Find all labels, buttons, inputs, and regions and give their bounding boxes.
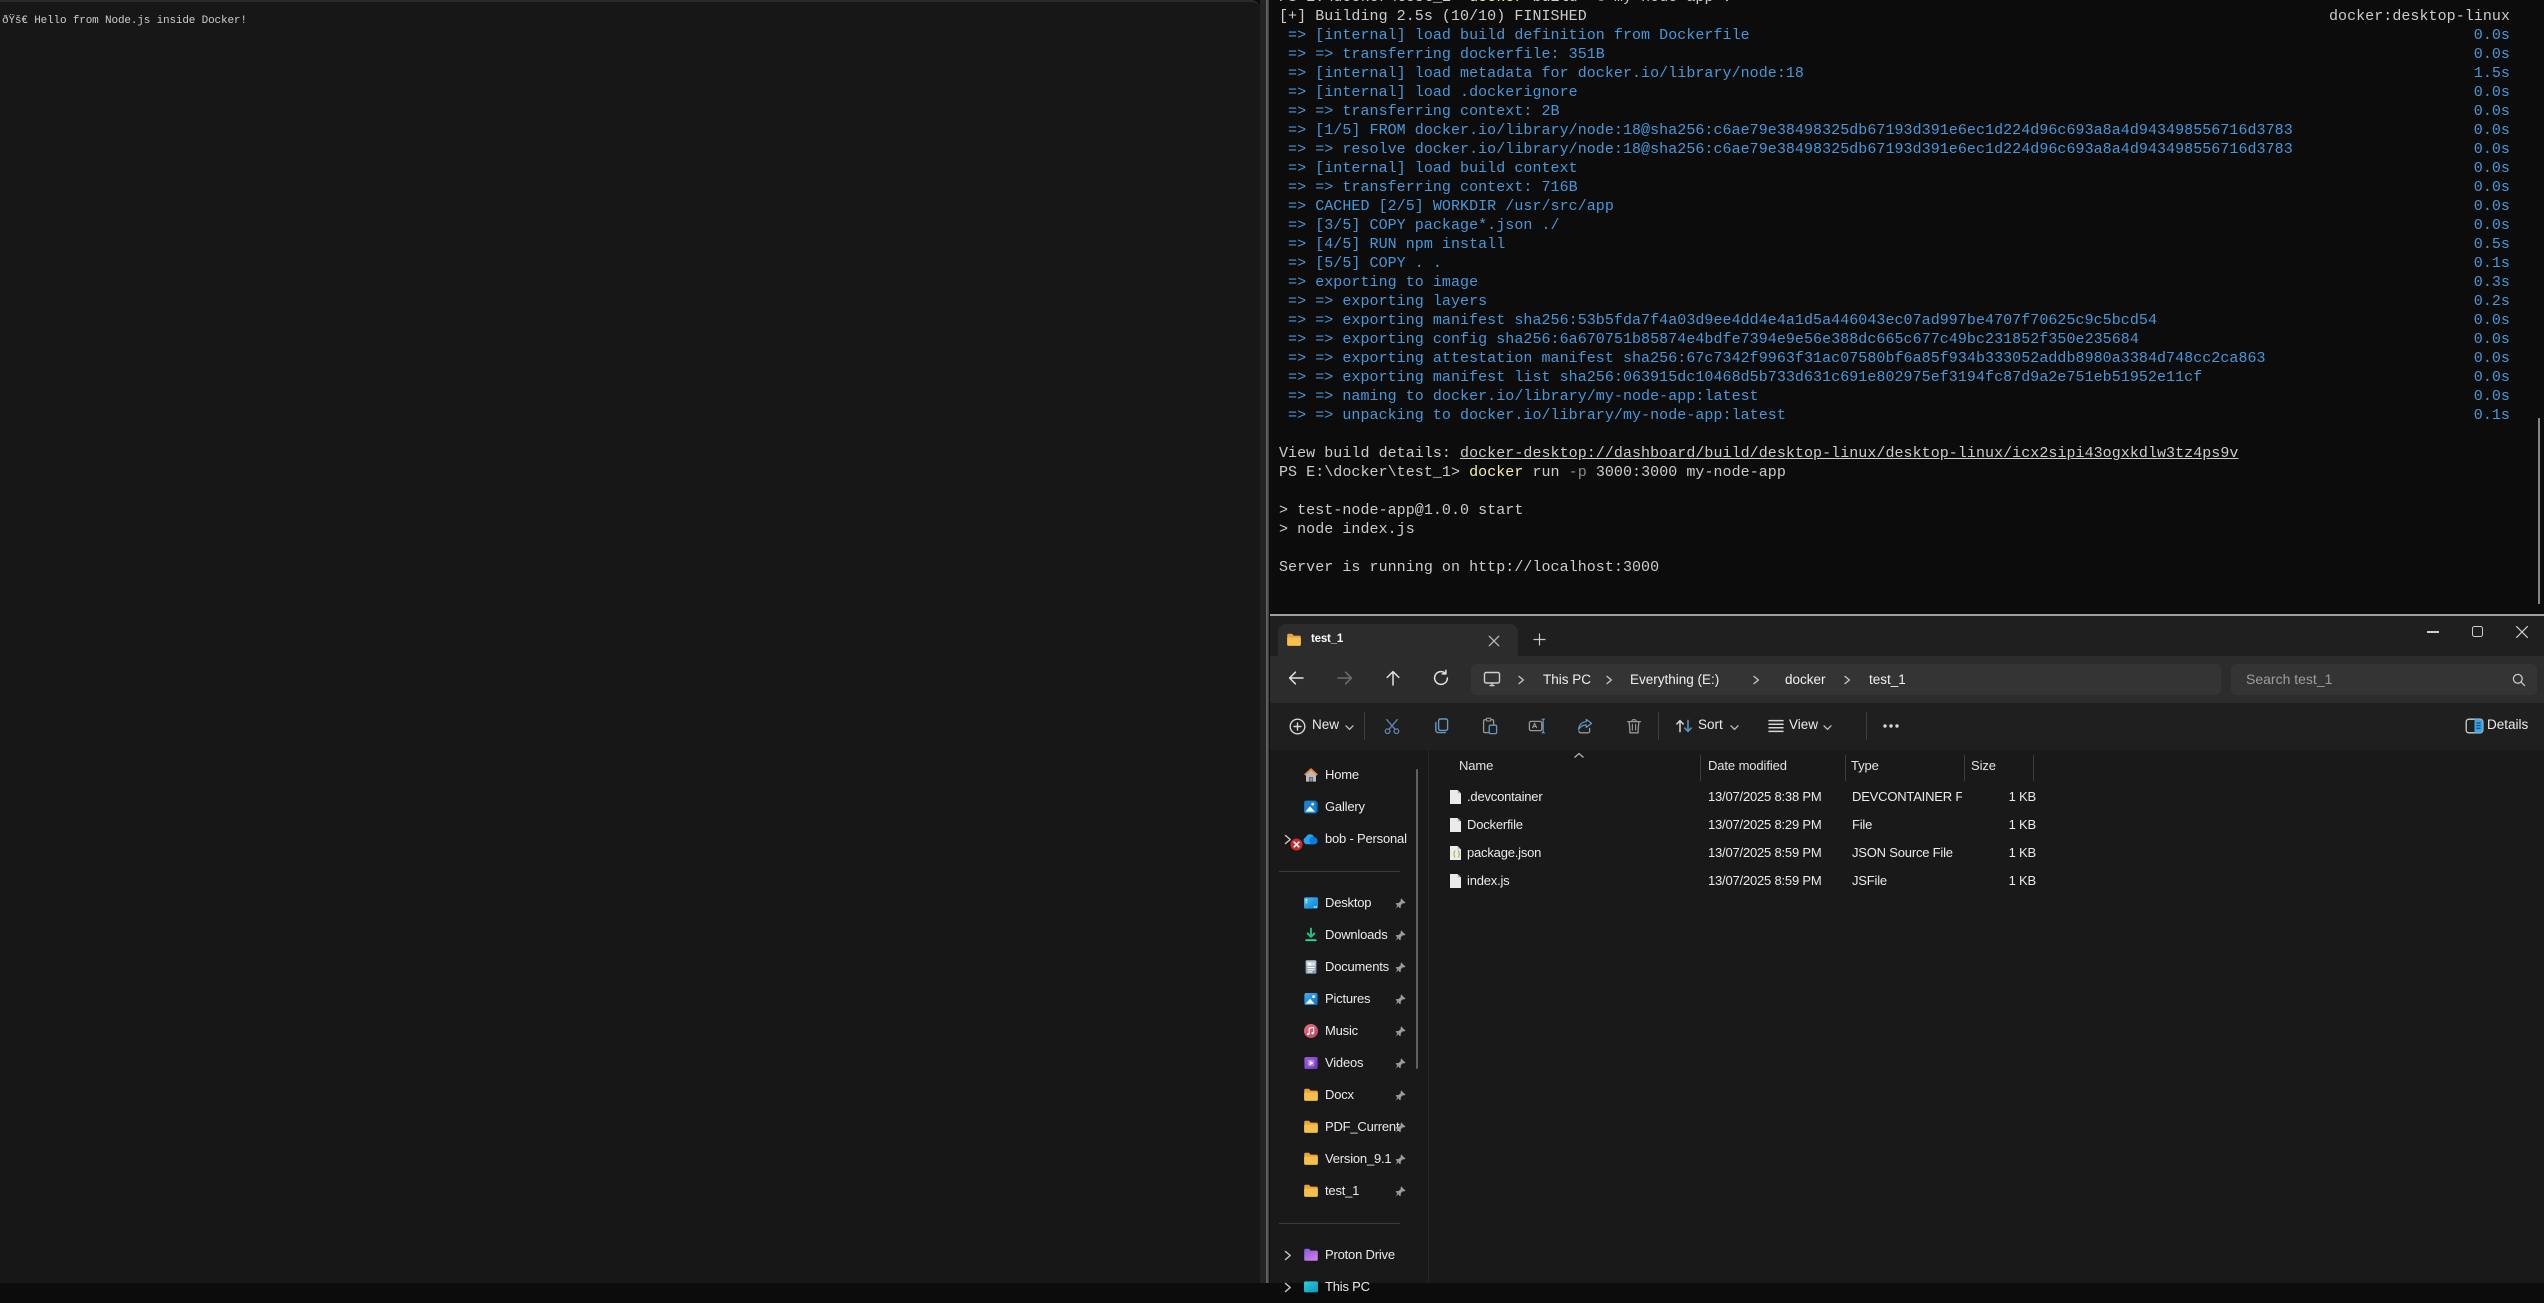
svg-text:(): (): [1452, 850, 1460, 858]
